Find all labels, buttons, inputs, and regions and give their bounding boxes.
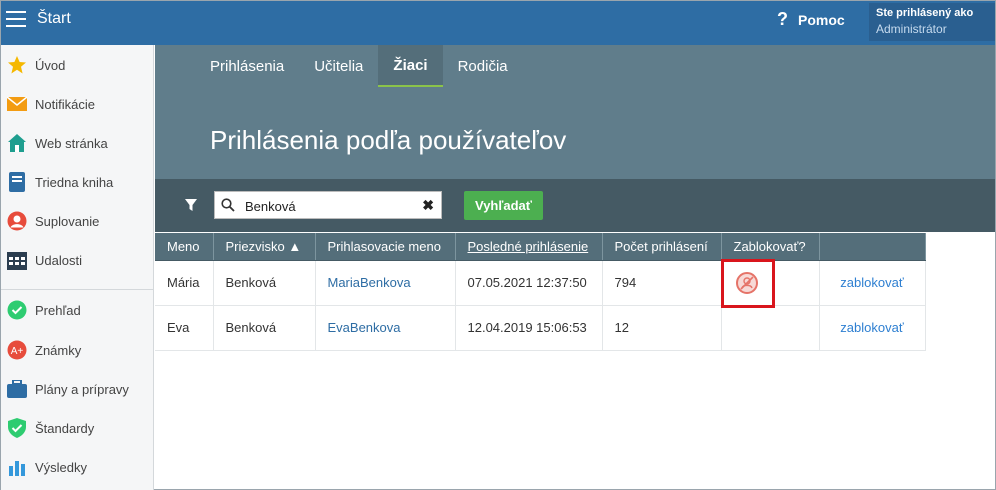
sidebar-item-suplovanie[interactable]: Suplovanie xyxy=(1,203,153,239)
cell-login-link[interactable]: EvaBenkova xyxy=(315,305,456,351)
sidebar-item-label: Web stránka xyxy=(35,135,108,151)
question-mark-icon: ? xyxy=(777,9,788,29)
tab-ziaci[interactable]: Žiaci xyxy=(378,45,443,87)
column-header-priezvisko[interactable]: Priezvisko ▲ xyxy=(213,233,316,261)
sidebar-item-znamky[interactable]: A+ Známky xyxy=(1,332,153,368)
cell-login-link[interactable]: MariaBenkova xyxy=(315,260,456,306)
column-header-posledne-prihlasenie-label: Posledné prihlásenie xyxy=(467,238,589,254)
search-icon xyxy=(221,198,235,215)
sidebar-item-notifikacie[interactable]: Notifikácie xyxy=(1,86,153,122)
search-box: ✖ xyxy=(214,191,442,219)
column-header-posledne-prihlasenie[interactable]: Posledné prihlásenie xyxy=(455,233,603,261)
check-circle-icon xyxy=(7,300,27,320)
calendar-icon xyxy=(7,250,27,270)
star-icon xyxy=(7,55,27,75)
column-header-prihlasovacie-meno[interactable]: Prihlasovacie meno xyxy=(315,233,456,261)
login-info[interactable]: Ste prihlásený ako Administrátor xyxy=(869,3,995,41)
column-header-zablokovat[interactable]: Zablokovať? xyxy=(721,233,820,261)
envelope-icon xyxy=(7,94,27,114)
sidebar-divider xyxy=(1,289,153,290)
filter-icon[interactable] xyxy=(185,199,197,214)
table-row: Mária Benková MariaBenkova 07.05.2021 12… xyxy=(155,260,926,306)
sidebar-item-prehlad[interactable]: Prehľad xyxy=(1,292,153,328)
help-button[interactable]: ? Pomoc xyxy=(777,9,845,30)
tab-bar: Prihlásenia Učitelia Žiaci Rodičia xyxy=(195,45,523,87)
search-input[interactable] xyxy=(245,196,415,216)
sidebar-item-label: Plány a prípravy xyxy=(35,381,129,397)
cell-posledne-prihlasenie: 07.05.2021 12:37:50 xyxy=(455,260,603,306)
login-user-name: Administrátor xyxy=(876,22,947,36)
cell-posledne-prihlasenie: 12.04.2019 15:06:53 xyxy=(455,305,603,351)
table-header-row: Meno Priezvisko ▲ Prihlasovacie meno Pos… xyxy=(155,233,926,261)
top-bar: Štart ? Pomoc Ste prihlásený ako Adminis… xyxy=(1,1,995,45)
search-button[interactable]: Vyhľadať xyxy=(464,191,543,220)
table-row: Eva Benková EvaBenkova 12.04.2019 15:06:… xyxy=(155,305,926,351)
tab-prihlasenia[interactable]: Prihlásenia xyxy=(195,45,299,87)
sidebar-item-triedna-kniha[interactable]: Triedna kniha xyxy=(1,164,153,200)
cell-pocet: 794 xyxy=(602,260,722,306)
sidebar-item-label: Štandardy xyxy=(35,420,95,436)
block-link[interactable]: zablokovať xyxy=(819,305,926,351)
column-header-meno[interactable]: Meno xyxy=(155,233,214,261)
hamburger-menu-icon[interactable] xyxy=(6,11,26,27)
sidebar-item-udalosti[interactable]: Udalosti xyxy=(1,242,153,278)
sidebar-item-label: Notifikácie xyxy=(35,96,95,112)
help-label: Pomoc xyxy=(798,11,845,28)
block-link[interactable]: zablokovať xyxy=(819,260,926,306)
sidebar-item-label: Prehľad xyxy=(35,302,81,318)
results-table: Meno Priezvisko ▲ Prihlasovacie meno Pos… xyxy=(155,233,926,351)
login-info-label: Ste prihlásený ako xyxy=(876,7,974,19)
cell-zablokovat xyxy=(721,260,820,306)
svg-text:A+: A+ xyxy=(11,346,24,357)
cell-priezvisko: Benková xyxy=(213,260,316,306)
sidebar-item-label: Známky xyxy=(35,342,82,358)
sidebar-item-plany[interactable]: Plány a prípravy xyxy=(1,371,153,407)
column-header-pocet-prihlaseni[interactable]: Počet prihlásení xyxy=(602,233,722,261)
tab-rodicia[interactable]: Rodičia xyxy=(443,45,523,87)
column-header-action xyxy=(819,233,926,261)
home-icon xyxy=(7,133,27,153)
sidebar-item-label: Výsledky xyxy=(35,459,88,475)
briefcase-icon xyxy=(7,379,27,399)
sidebar: Úvod Notifikácie Web stránka Triedna kni… xyxy=(1,45,154,490)
cell-zablokovat xyxy=(721,305,820,351)
blocked-user-icon[interactable] xyxy=(735,271,758,294)
grade-icon: A+ xyxy=(7,340,27,360)
cell-pocet: 12 xyxy=(602,305,722,351)
cell-meno: Mária xyxy=(155,260,214,306)
bar-chart-icon xyxy=(7,457,27,477)
sidebar-item-vysledky[interactable]: Výsledky xyxy=(1,449,153,485)
shield-icon xyxy=(7,418,27,438)
main-header: Prihlásenia Učitelia Žiaci Rodičia Prihl… xyxy=(155,45,995,179)
book-icon xyxy=(7,172,27,192)
page-title: Prihlásenia podľa používateľov xyxy=(210,125,567,155)
clear-search-icon[interactable]: ✖ xyxy=(422,197,434,214)
sidebar-item-label: Úvod xyxy=(35,57,66,73)
user-icon xyxy=(7,211,27,231)
tab-ucitelia[interactable]: Učitelia xyxy=(299,45,378,87)
sidebar-item-standardy[interactable]: Štandardy xyxy=(1,410,153,446)
filter-bar: ✖ Vyhľadať xyxy=(155,179,995,232)
app-title[interactable]: Štart xyxy=(37,10,71,28)
sidebar-item-label: Triedna kniha xyxy=(35,174,114,190)
sidebar-item-label: Suplovanie xyxy=(35,213,100,229)
sidebar-item-uvod[interactable]: Úvod xyxy=(1,47,153,83)
sidebar-item-web-stranka[interactable]: Web stránka xyxy=(1,125,153,161)
cell-meno: Eva xyxy=(155,305,214,351)
cell-priezvisko: Benková xyxy=(213,305,316,351)
sidebar-item-label: Udalosti xyxy=(35,252,82,268)
